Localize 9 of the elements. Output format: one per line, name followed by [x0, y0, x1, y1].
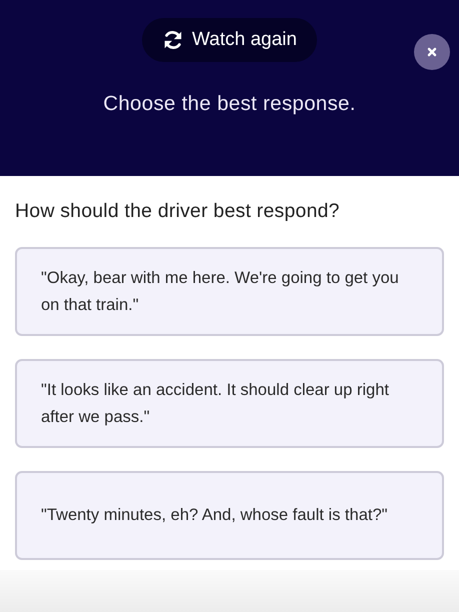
answer-option[interactable]: "Twenty minutes, eh? And, whose fault is that?"	[15, 471, 444, 560]
answer-option[interactable]: "Okay, bear with me here. We're going to get you on that train."	[15, 247, 444, 336]
answer-option[interactable]: "It looks like an accident. It should clear up right after we pass."	[15, 359, 444, 448]
close-button[interactable]	[414, 34, 450, 70]
question-text: How should the driver best respond?	[15, 200, 341, 223]
watch-again-button[interactable]: Watch again	[142, 18, 317, 62]
refresh-icon	[162, 29, 184, 51]
prompt-text: Choose the best response.	[103, 92, 356, 116]
close-icon	[427, 47, 437, 57]
